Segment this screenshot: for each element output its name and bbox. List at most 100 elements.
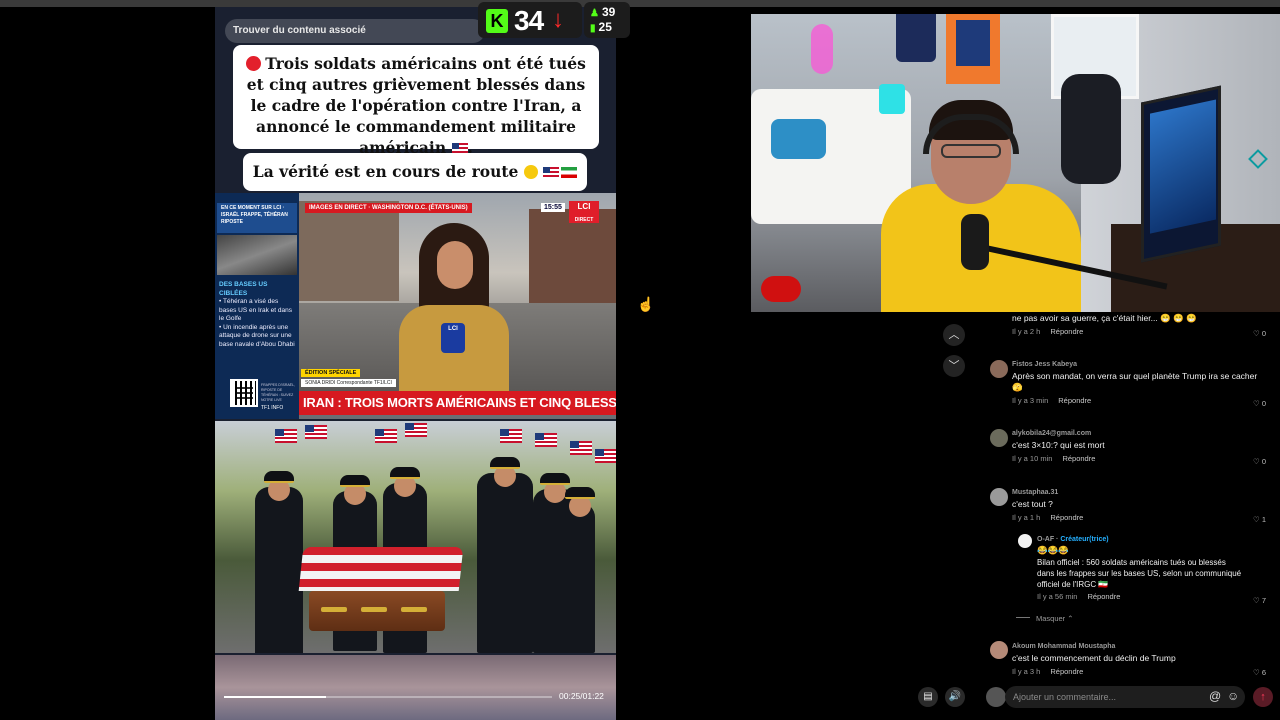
comment-author-line: O-AF · Créateur(trice) — [1037, 536, 1242, 543]
like-button[interactable]: ♡ 1 — [1253, 515, 1266, 524]
comment-text: c'est 3×10:? qui est mort — [1012, 440, 1105, 450]
flag-icon — [275, 429, 297, 443]
volume-icon[interactable]: 🔊 — [945, 687, 965, 707]
jersey — [896, 14, 936, 62]
microphone-icon: LCI — [441, 323, 465, 353]
progress-bar[interactable] — [224, 696, 552, 698]
like-button[interactable]: ♡ 6 — [1253, 668, 1266, 676]
headline-text: Trois soldats américains ont été tués et… — [246, 54, 586, 157]
reply-button[interactable]: Répondre — [1050, 327, 1083, 336]
user-avatar[interactable] — [986, 687, 1006, 707]
send-icon[interactable]: ↑ — [1253, 687, 1273, 707]
heart-icon: ♡ — [1253, 515, 1260, 524]
news-bullet-2: • Un incendie après une attaque de drone… — [219, 323, 295, 348]
comment: Akoum Mohammad Moustapha c'est le commen… — [1012, 643, 1262, 676]
like-button[interactable]: ♡ 0 — [1253, 399, 1266, 408]
comment-meta: Il y a 56 min Répondre — [1037, 592, 1242, 601]
comment-text: c'est le commencement du déclin de Trump — [1012, 653, 1176, 663]
related-content-button[interactable]: Trouver du contenu associé — [225, 19, 485, 43]
avatar[interactable] — [990, 360, 1008, 378]
person-icon: ♟ — [590, 8, 599, 19]
comment-panel: ne pas avoir sa guerre, ça c'était hier.… — [980, 312, 1280, 676]
flag-icon — [405, 423, 427, 437]
jersey — [946, 14, 1000, 84]
soldier — [255, 471, 303, 653]
viewer-counter: K 34 ↓ — [478, 2, 582, 38]
reply-button[interactable]: Répondre — [1087, 592, 1120, 601]
chevron-down-icon[interactable]: ﹀ — [943, 355, 965, 377]
microphone-icon — [961, 214, 989, 270]
comment-text: Après son mandat, on verra sur quel plan… — [1012, 371, 1258, 392]
emoji-line: 😂😂😂 — [1037, 545, 1069, 555]
stat-a: 39 — [601, 5, 616, 19]
flag-icon — [595, 449, 616, 463]
reply-button[interactable]: Répondre — [1062, 454, 1095, 463]
red-object — [761, 276, 801, 302]
neon-light — [811, 24, 833, 74]
comment-meta: Il y a 3 min Répondre — [1012, 396, 1262, 405]
news-broadcast-frame: EN CE MOMENT SUR LCI · ISRAËL FRAPPE, TÉ… — [215, 193, 616, 419]
like-count: 0 — [1261, 457, 1266, 466]
network-tag: TF1 INFO — [261, 405, 284, 411]
edition-tag: ÉDITION SPÉCIALE — [301, 369, 361, 377]
comment-author[interactable]: Akoum Mohammad Moustapha — [1012, 643, 1262, 650]
comment-placeholder: Ajouter un commentaire... — [1013, 692, 1117, 702]
comment: ne pas avoir sa guerre, ça c'était hier.… — [1012, 313, 1262, 336]
truth-text: La vérité est en cours de route — [252, 162, 519, 181]
news-sidebar-image — [217, 235, 297, 275]
avatar[interactable] — [990, 641, 1008, 659]
like-button[interactable]: ♡ 0 — [1253, 457, 1266, 466]
hide-replies-button[interactable]: Masquer ⌃ — [1016, 614, 1074, 623]
heart-icon: ♡ — [1253, 329, 1260, 338]
kick-logo-icon: K — [486, 9, 508, 33]
qr-code — [230, 379, 258, 407]
heart-icon: ♡ — [1253, 668, 1260, 676]
streamer — [881, 100, 1168, 312]
flag-icon — [535, 433, 557, 447]
reply-button[interactable]: Répondre — [1050, 513, 1083, 522]
chevron-up-icon[interactable]: ︿ — [943, 324, 965, 346]
news-sidebar: EN CE MOMENT SUR LCI · ISRAËL FRAPPE, TÉ… — [215, 193, 299, 419]
mention-icon[interactable]: @ — [1209, 689, 1221, 703]
channel-logo: LCI DIRECT — [569, 201, 599, 223]
like-button[interactable]: ♡ 0 — [1253, 329, 1266, 338]
reply-button[interactable]: Répondre — [1050, 667, 1083, 676]
comment-time: Il y a 10 min — [1012, 454, 1053, 463]
comment-author[interactable]: Mustaphaa.31 — [1012, 489, 1262, 496]
flag-icon — [500, 429, 522, 443]
qr-caption: FRAPPES D'ISRAËL, RIPOSTE DE TÉHÉRAN : S… — [261, 383, 295, 402]
flag-icon — [570, 441, 592, 455]
smile-emoji-icon — [523, 165, 538, 179]
funeral-photo — [215, 421, 616, 653]
stat-row: ▮ 25 — [590, 20, 612, 34]
captions-icon[interactable]: ▤ — [918, 687, 938, 707]
comment-time: Il y a 3 h — [1012, 667, 1041, 676]
comment-meta: Il y a 1 h Répondre — [1012, 513, 1262, 522]
stat-row: ♟ 39 — [590, 5, 615, 19]
heart-icon: ♡ — [1253, 457, 1260, 466]
like-count: 6 — [1261, 668, 1266, 676]
creator-badge: Créateur(trice) — [1060, 536, 1109, 543]
reply-button[interactable]: Répondre — [1058, 396, 1091, 405]
flag-icon — [375, 429, 397, 443]
next-frame-preview — [215, 655, 616, 720]
comment-time: Il y a 2 h — [1012, 327, 1041, 336]
avatar[interactable] — [990, 429, 1008, 447]
comment-text: c'est tout ? — [1012, 499, 1053, 509]
emoji-icon[interactable]: ☺ — [1227, 689, 1239, 703]
avatar[interactable] — [990, 488, 1008, 506]
channel-sub: DIRECT — [574, 217, 594, 223]
video-player[interactable]: Trouver du contenu associé Trois soldats… — [215, 7, 616, 720]
creator-avatar[interactable] — [1018, 534, 1032, 548]
comment-author[interactable]: alykobila24@gmail.com — [1012, 430, 1262, 437]
reporter: LCI — [399, 223, 509, 393]
like-button[interactable]: ♡ 7 — [1253, 596, 1266, 605]
stat-b: 25 — [598, 20, 612, 34]
comment-author[interactable]: O-AF · — [1037, 536, 1058, 543]
scene-building — [529, 209, 616, 309]
clock-tag: 15:55 — [541, 203, 565, 212]
comment-author[interactable]: Fistos Jess Kabeya — [1012, 361, 1262, 368]
news-sidebar-top: EN CE MOMENT SUR LCI · ISRAËL FRAPPE, TÉ… — [217, 203, 297, 233]
us-flag-icon — [543, 167, 560, 178]
news-sidebar-text: DES BASES US CIBLÉES • Téhéran a visé de… — [219, 281, 297, 349]
